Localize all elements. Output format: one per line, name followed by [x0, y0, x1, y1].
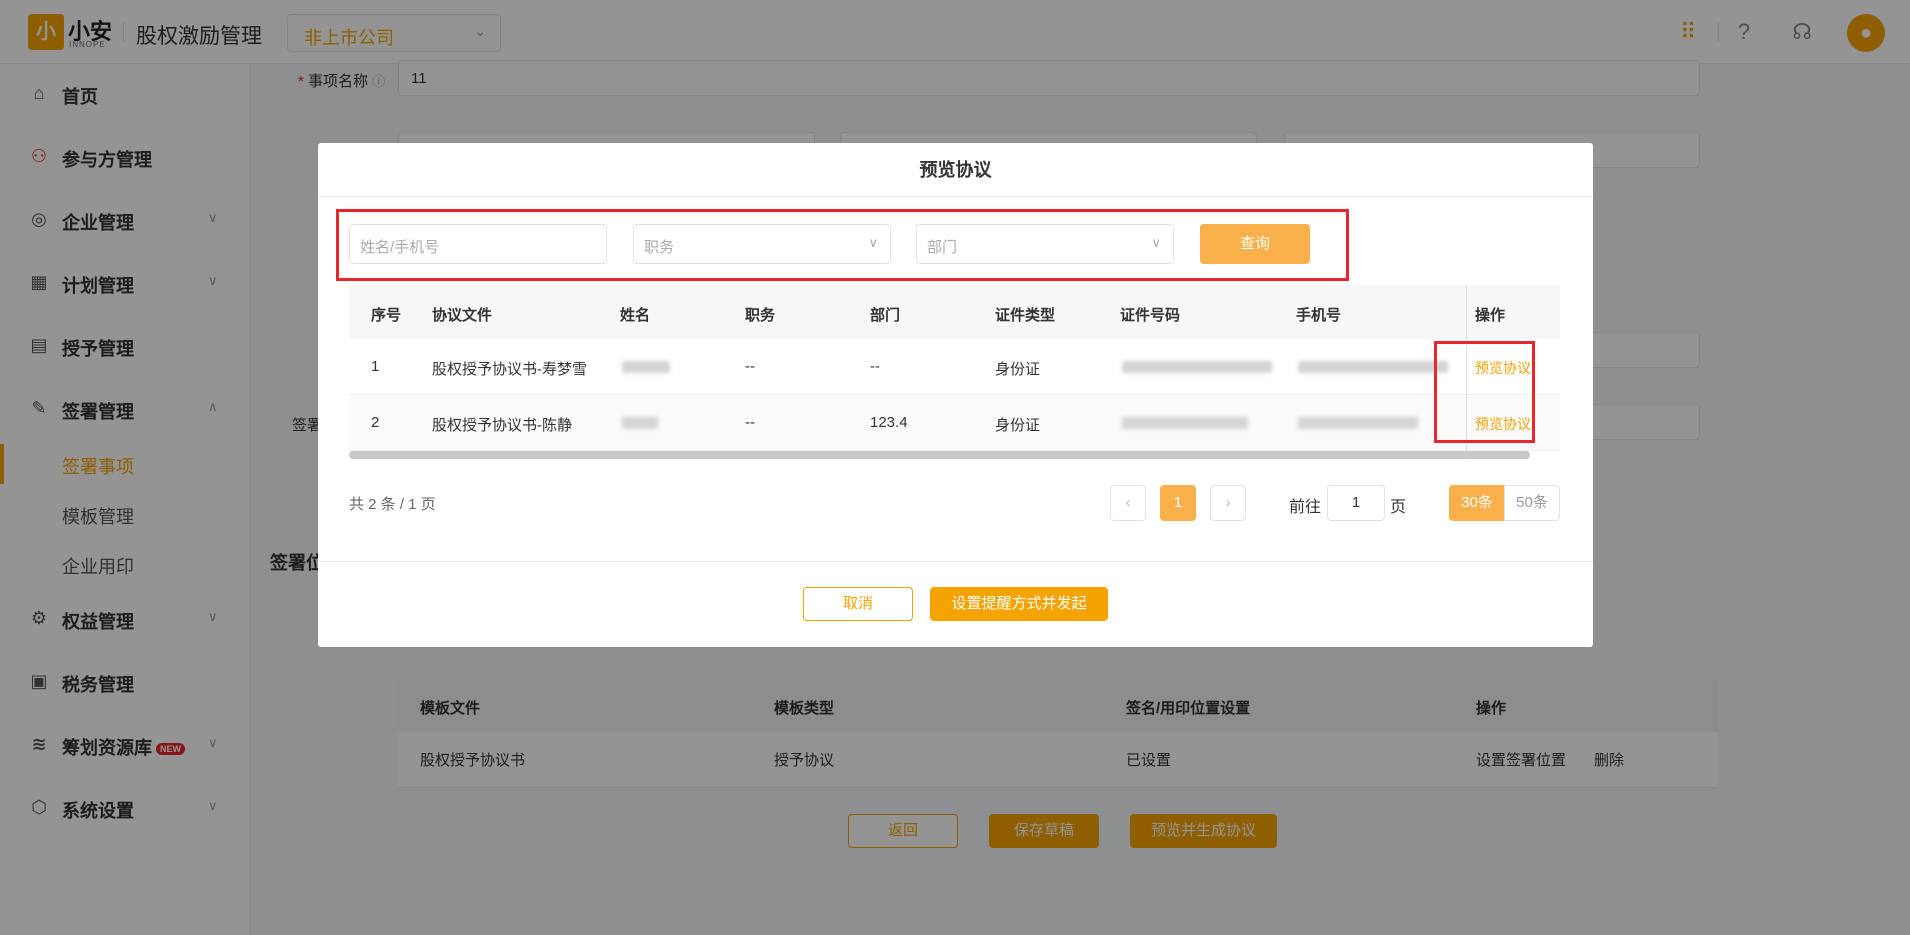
column-header: 手机号 — [1296, 307, 1342, 324]
table-row: 2 股权授予协议书-陈静 -- 123.4 身份证 预览协议 — [349, 395, 1560, 451]
agreement-table: 序号 协议文件 姓名 职务 部门 证件类型 证件号码 手机号 操作 1 股权授予… — [349, 285, 1560, 460]
cancel-button[interactable]: 取消 — [803, 587, 913, 621]
query-button[interactable]: 查询 — [1200, 224, 1310, 264]
position-value: -- — [745, 358, 755, 375]
prev-page-button[interactable]: ‹ — [1110, 485, 1146, 521]
divider — [318, 561, 1593, 562]
masked-name — [622, 361, 670, 373]
column-header: 证件号码 — [1120, 307, 1181, 324]
department-select[interactable]: 部门 ∨ — [916, 224, 1174, 264]
modal-title: 预览协议 — [318, 143, 1593, 197]
chevron-down-icon: ∨ — [868, 235, 878, 250]
goto-label: 前往 — [1289, 499, 1322, 516]
chevron-down-icon: ∨ — [1151, 235, 1161, 250]
goto-page-input[interactable]: 1 — [1327, 485, 1385, 521]
masked-phone — [1298, 417, 1418, 429]
department-value: -- — [870, 358, 880, 375]
column-header: 职务 — [745, 307, 776, 324]
row-number: 1 — [371, 358, 380, 375]
page-number-button[interactable]: 1 — [1160, 485, 1196, 521]
goto-unit-label: 页 — [1390, 499, 1407, 516]
id-type-value: 身份证 — [995, 417, 1041, 434]
position-value: -- — [745, 414, 755, 431]
name-phone-input[interactable]: 姓名/手机号 — [349, 224, 607, 264]
row-number: 2 — [371, 414, 380, 431]
agreement-file: 股权授予协议书-寿梦雪 — [432, 361, 587, 378]
table-header: 序号 协议文件 姓名 职务 部门 证件类型 证件号码 手机号 操作 — [349, 285, 1560, 339]
masked-name — [622, 417, 658, 429]
position-placeholder: 职务 — [644, 239, 675, 256]
id-type-value: 身份证 — [995, 361, 1041, 378]
set-reminder-and-launch-button[interactable]: 设置提醒方式并发起 — [930, 587, 1108, 621]
column-header: 协议文件 — [432, 307, 493, 324]
department-value: 123.4 — [870, 414, 908, 431]
column-header: 操作 — [1475, 307, 1506, 324]
page-size-30-button[interactable]: 30条 — [1449, 485, 1505, 521]
position-select[interactable]: 职务 ∨ — [633, 224, 891, 264]
table-row: 1 股权授予协议书-寿梦雪 -- -- 身份证 预览协议 — [349, 339, 1560, 395]
agreement-file: 股权授予协议书-陈静 — [432, 417, 572, 434]
pagination-total: 共 2 条 / 1 页 — [349, 496, 436, 513]
next-page-button[interactable]: › — [1210, 485, 1246, 521]
column-header: 证件类型 — [995, 307, 1056, 324]
horizontal-scrollbar[interactable] — [349, 451, 1530, 459]
highlight-box — [1434, 341, 1535, 443]
masked-phone — [1298, 361, 1448, 373]
column-header: 序号 — [371, 307, 402, 324]
column-header: 姓名 — [620, 307, 651, 324]
department-placeholder: 部门 — [927, 239, 958, 256]
preview-agreement-modal: 预览协议 姓名/手机号 职务 ∨ 部门 ∨ 查询 序号 协议文件 姓名 职务 部… — [318, 143, 1593, 647]
page-size-50-button[interactable]: 50条 — [1504, 485, 1560, 521]
column-header: 部门 — [870, 307, 901, 324]
masked-id-number — [1122, 417, 1248, 429]
masked-id-number — [1122, 361, 1272, 373]
